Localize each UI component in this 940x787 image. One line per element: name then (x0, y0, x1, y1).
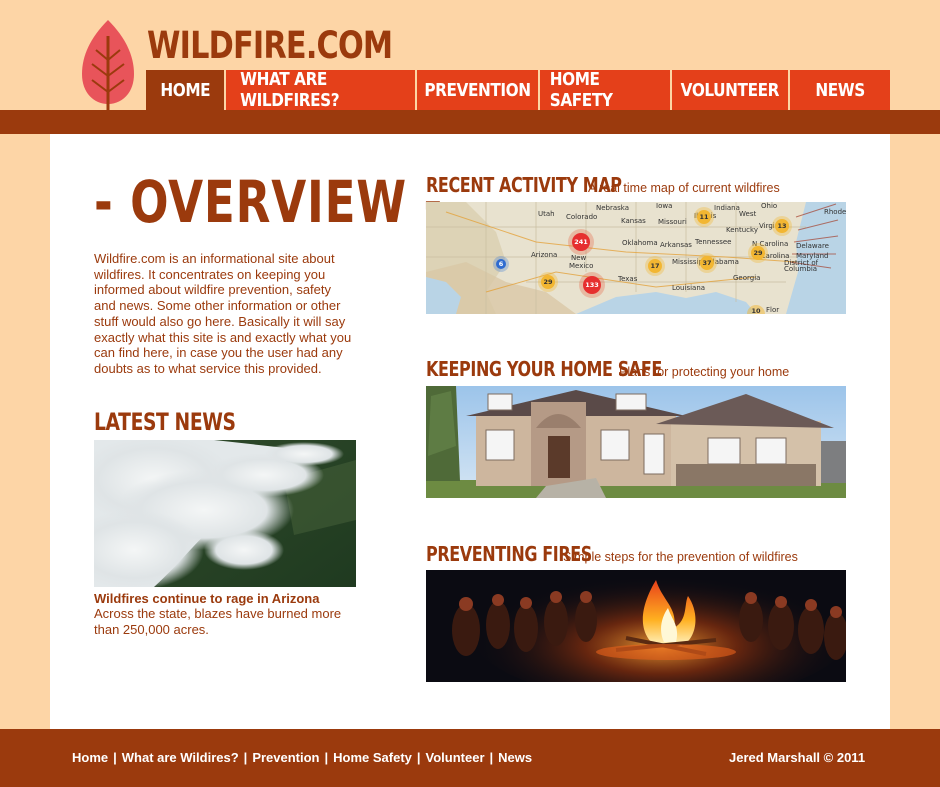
leaf-logo-icon[interactable] (80, 18, 136, 128)
svg-text:Rhode: Rhode (824, 208, 846, 216)
svg-text:11: 11 (699, 213, 709, 221)
svg-text:Louisiana: Louisiana (672, 284, 705, 292)
svg-text:Flor: Flor (766, 306, 779, 314)
svg-text:West: West (739, 210, 756, 218)
svg-text:241: 241 (574, 238, 588, 246)
svg-text:Georgia: Georgia (733, 274, 760, 282)
svg-text:17: 17 (650, 262, 659, 270)
copyright-text: Jered Marshall © 2011 (729, 750, 866, 765)
footer-link-home[interactable]: Home (72, 750, 108, 765)
footer-link-what-are-wildfires[interactable]: What are Wildires? (122, 750, 239, 765)
svg-text:Arkansas: Arkansas (660, 241, 692, 249)
svg-text:Nebraska: Nebraska (596, 204, 629, 212)
svg-text:133: 133 (585, 281, 599, 289)
svg-text:29: 29 (543, 278, 553, 286)
nav-item-home-safety[interactable]: HOME SAFETY (540, 69, 672, 111)
svg-text:Delaware: Delaware (796, 242, 829, 250)
home-safe-title: KEEPING YOUR HOME SAFE (426, 357, 662, 381)
news-wildfire-smoke-image[interactable] (94, 440, 356, 587)
nav-item-volunteer[interactable]: VOLUNTEER (672, 70, 790, 110)
footer-nav: Home | What are Wildires? | Prevention |… (72, 750, 532, 765)
home-safe-heading: KEEPING YOUR HOME SAFE Plans for protect… (426, 357, 789, 381)
footer-separator: | (324, 750, 329, 765)
nav-item-news[interactable]: NEWS (790, 70, 890, 110)
preventing-fires-title: PREVENTING FIRES (426, 542, 592, 566)
svg-text:Kentucky: Kentucky (726, 226, 758, 234)
svg-text:6: 6 (499, 260, 504, 268)
svg-text:New: New (571, 254, 587, 262)
recent-activity-map-title: RECENT ACTIVITY MAP (426, 173, 622, 197)
home-safety-house-image[interactable] (426, 386, 846, 498)
footer-link-prevention[interactable]: Prevention (252, 750, 319, 765)
wildfire-activity-map[interactable]: UtahColoradoKansas MissouriIllinoisWest … (426, 202, 846, 314)
preventing-fires-heading: PREVENTING FIRES Simple steps for the pr… (426, 542, 798, 566)
svg-text:Mexico: Mexico (569, 262, 593, 270)
nav-item-home[interactable]: HOME (146, 70, 226, 110)
footer-link-home-safety[interactable]: Home Safety (333, 750, 412, 765)
svg-text:Columbia: Columbia (784, 265, 817, 273)
svg-text:29: 29 (753, 249, 763, 257)
footer-separator: | (416, 750, 421, 765)
header-band (0, 110, 940, 134)
svg-text:Kansas: Kansas (621, 217, 646, 225)
news-headline-link[interactable]: Wildfires continue to rage in Arizona (94, 591, 319, 606)
footer-separator: | (113, 750, 117, 765)
recent-activity-map-heading: RECENT ACTIVITY MAP A real time map of c… (426, 173, 780, 197)
preventing-fires-subtitle: Simple steps for the prevention of wildf… (563, 550, 798, 564)
svg-text:13: 13 (777, 222, 786, 230)
svg-text:Oklahoma: Oklahoma (622, 239, 658, 247)
svg-text:Iowa: Iowa (656, 202, 672, 210)
svg-text:Missouri: Missouri (658, 218, 687, 226)
news-summary: Across the state, blazes have burned mor… (94, 606, 342, 637)
svg-text:Colorado: Colorado (566, 213, 597, 221)
footer-link-news[interactable]: News (498, 750, 532, 765)
svg-text:Tennessee: Tennessee (694, 238, 731, 246)
latest-news-heading: LATEST NEWS (94, 408, 236, 436)
campfire-image[interactable] (426, 570, 846, 682)
svg-text:10: 10 (751, 307, 761, 314)
overview-text: Wildfire.com is an informational site ab… (94, 251, 352, 376)
svg-text:Arizona: Arizona (531, 251, 557, 259)
svg-text:Texas: Texas (617, 275, 638, 283)
overview-heading: - OVERVIEW - (94, 168, 444, 236)
nav-item-prevention[interactable]: PREVENTION (417, 70, 540, 110)
main-nav: HOME WHAT ARE WILDFIRES? PREVENTION HOME… (146, 69, 890, 111)
footer-separator: | (243, 750, 248, 765)
svg-text:Ohio: Ohio (761, 202, 777, 210)
svg-text:37: 37 (702, 259, 711, 267)
nav-item-what-are-wildfires[interactable]: WHAT ARE WILDFIRES? (226, 69, 417, 111)
svg-text:Indiana: Indiana (714, 204, 740, 212)
footer-link-volunteer[interactable]: Volunteer (426, 750, 485, 765)
footer-separator: | (489, 750, 494, 765)
svg-text:Utah: Utah (538, 210, 555, 218)
site-title[interactable]: WILDFIRE.COM (147, 24, 393, 68)
